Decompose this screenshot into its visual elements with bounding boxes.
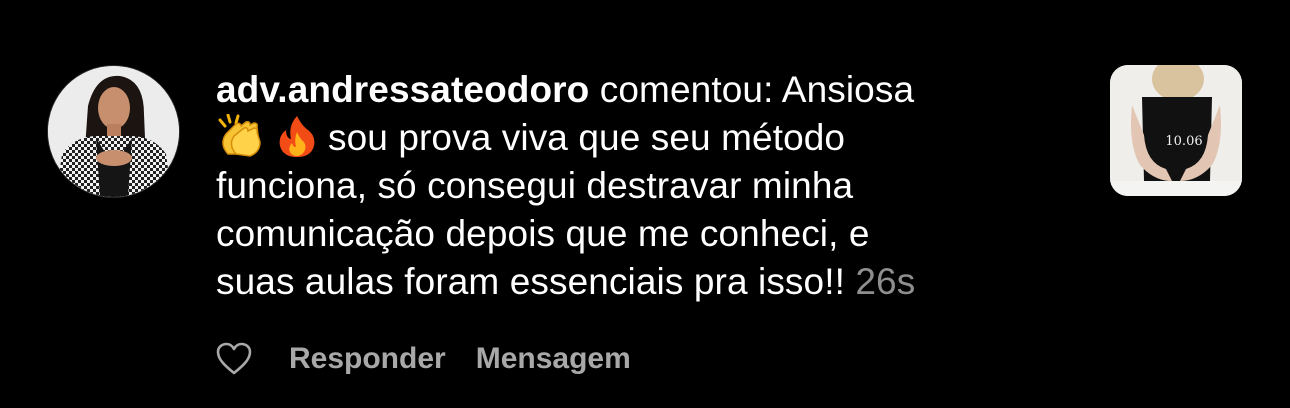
comment-text-part: sou prova viva que seu método (328, 117, 846, 158)
comment-text: adv.andressateodoro comentou: Ansiosa so… (216, 66, 1076, 306)
comment-line-5: suas aulas foram essenciais pra isso!! 2… (216, 258, 1076, 306)
thumbnail-image: 10.06 (1110, 65, 1242, 196)
username-link[interactable]: adv.andressateodoro (216, 69, 589, 110)
heart-icon[interactable] (216, 342, 252, 376)
comment-text-part: Ansiosa (781, 69, 915, 110)
fire-icon (279, 116, 315, 157)
post-thumbnail[interactable]: 10.06 (1110, 65, 1242, 196)
reply-button[interactable]: Responder (289, 342, 446, 376)
comment-text-part: suas aulas foram essenciais pra isso!! (216, 261, 845, 302)
comment-verb: comentou: (599, 69, 774, 110)
profile-photo (48, 66, 179, 197)
comment-line-1: adv.andressateodoro comentou: Ansiosa (216, 66, 1076, 114)
clapping-hands-icon (218, 114, 261, 157)
comment-line-3: funciona, só consegui destravar minha (216, 165, 854, 206)
comment-actions: Responder Mensagem (216, 337, 661, 381)
avatar[interactable] (48, 66, 179, 197)
comment-line-2: sou prova viva que seu método (216, 114, 1076, 162)
timestamp: 26s (855, 261, 916, 302)
thumbnail-caption: 10.06 (1165, 134, 1202, 149)
comment-line-4: comunicação depois que me conheci, e (216, 213, 870, 254)
message-button[interactable]: Mensagem (476, 342, 631, 376)
